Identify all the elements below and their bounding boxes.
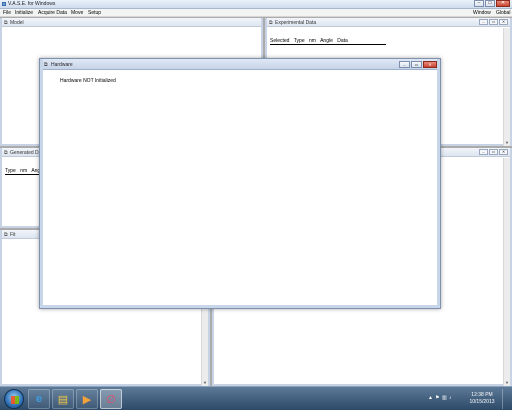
- hardware-window-titlebar[interactable]: ⧉ Hardware – ▭ ✕: [40, 59, 440, 70]
- flag-icon[interactable]: ⚑: [435, 395, 441, 401]
- menu-bar: File Initialize Acquire Data Move Setup …: [0, 9, 512, 17]
- clock-date: 10/15/2013: [469, 399, 495, 405]
- scroll-down-icon[interactable]: ▼: [203, 380, 207, 385]
- vase-app-icon: ∅: [106, 394, 116, 406]
- taskbar-vase-app[interactable]: ∅: [100, 389, 122, 409]
- media-player-icon: ▶: [82, 394, 92, 406]
- model-window-titlebar[interactable]: ⧉ Model: [2, 18, 261, 27]
- fit-window-title: Fit: [10, 232, 16, 238]
- scroll-down-icon[interactable]: ▼: [505, 140, 509, 145]
- minimize-button[interactable]: –: [479, 19, 488, 25]
- plot-window-controls: – ▭ ✕: [479, 149, 508, 155]
- start-button[interactable]: [4, 389, 24, 409]
- window-icon: ⧉: [44, 62, 48, 68]
- app-minimize-button[interactable]: –: [474, 0, 484, 7]
- taskbar-internet-explorer[interactable]: e: [28, 389, 50, 409]
- experimental-data-title: Experimental Data: [275, 20, 317, 26]
- menu-file[interactable]: File: [3, 10, 11, 16]
- taskbar: e ▤ ▶ ∅ ▲ ⚑ ▥ ♪ 12:38 PM 10/15/2013: [0, 386, 512, 410]
- window-icon: ⧉: [269, 20, 273, 26]
- restore-button[interactable]: ▭: [411, 61, 422, 68]
- close-button[interactable]: ✕: [499, 149, 508, 155]
- menu-setup[interactable]: Setup: [88, 10, 101, 16]
- model-window-title: Model: [10, 20, 24, 26]
- menu-move[interactable]: Move: [71, 10, 83, 16]
- experimental-data-titlebar[interactable]: ⧉ Experimental Data – ▭ ✕: [267, 18, 510, 27]
- experimental-data-controls: – ▭ ✕: [479, 19, 508, 25]
- hardware-window-title: Hardware: [51, 62, 73, 68]
- restore-button[interactable]: ▭: [489, 19, 498, 25]
- menu-global[interactable]: Global: [496, 10, 510, 16]
- volume-icon[interactable]: ♪: [449, 395, 455, 401]
- menu-initialize[interactable]: Initialize: [15, 10, 33, 16]
- header-divider: [5, 174, 40, 175]
- windows-logo-icon: [11, 396, 19, 404]
- menu-window[interactable]: Window: [473, 10, 491, 16]
- hardware-window: ⧉ Hardware – ▭ ✕ Hardware NOT Initialize…: [39, 58, 441, 309]
- close-button[interactable]: ✕: [499, 19, 508, 25]
- experimental-data-scrollbar[interactable]: ▼: [503, 28, 510, 146]
- app-titlebar: V.A.S.E. for Windows – ▭ ✕: [0, 0, 512, 9]
- app-icon: [2, 2, 6, 6]
- network-icon[interactable]: ▥: [442, 395, 448, 401]
- minimize-button[interactable]: –: [479, 149, 488, 155]
- show-hidden-icons-icon[interactable]: ▲: [428, 395, 434, 401]
- show-desktop-button[interactable]: [502, 389, 508, 409]
- hardware-window-frame: [40, 59, 440, 308]
- app-restore-button[interactable]: ▭: [485, 0, 495, 7]
- internet-explorer-icon: e: [35, 393, 43, 405]
- app-close-button[interactable]: ✕: [496, 0, 510, 7]
- close-button[interactable]: ✕: [423, 61, 437, 68]
- hardware-status-message: Hardware NOT Initialized: [60, 78, 116, 84]
- restore-button[interactable]: ▭: [489, 149, 498, 155]
- taskbar-file-explorer[interactable]: ▤: [52, 389, 74, 409]
- minimize-button[interactable]: –: [399, 61, 410, 68]
- generated-data-title: Generated Da: [10, 150, 42, 156]
- app-window-controls: – ▭ ✕: [474, 0, 510, 7]
- system-clock[interactable]: 12:38 PM 10/15/2013: [466, 392, 498, 406]
- window-icon: ⧉: [4, 20, 8, 26]
- plot-window-scrollbar[interactable]: ▼: [503, 158, 510, 386]
- menu-acquire-data[interactable]: Acquire Data: [38, 10, 67, 16]
- taskbar-media-player[interactable]: ▶: [76, 389, 98, 409]
- clock-time: 12:38 PM: [471, 392, 493, 398]
- window-icon: ⧉: [4, 150, 8, 156]
- app-title: V.A.S.E. for Windows: [8, 1, 56, 7]
- hardware-window-controls: – ▭ ✕: [399, 61, 437, 68]
- system-tray: ▲ ⚑ ▥ ♪ 12:38 PM 10/15/2013: [428, 389, 508, 409]
- file-explorer-icon: ▤: [57, 394, 69, 406]
- window-icon: ⧉: [4, 232, 8, 238]
- header-divider: [270, 44, 386, 45]
- scroll-down-icon[interactable]: ▼: [505, 380, 509, 385]
